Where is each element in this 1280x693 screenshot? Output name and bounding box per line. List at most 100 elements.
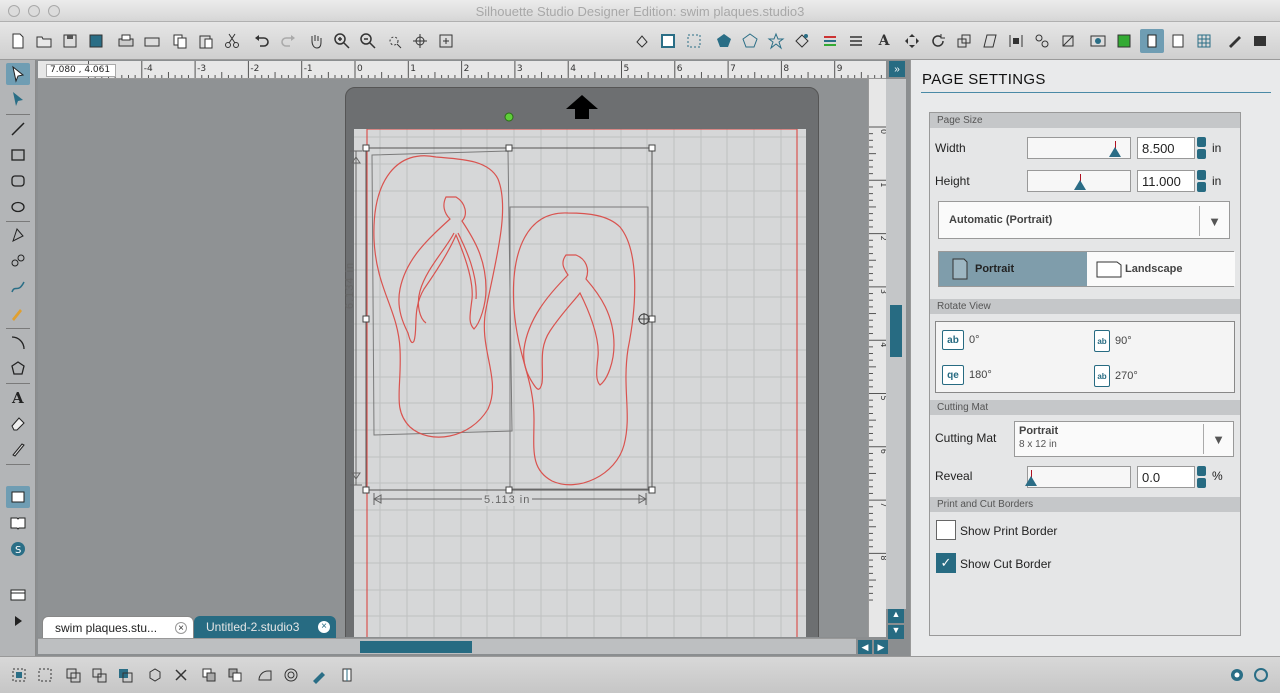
ellipse-tool-icon[interactable] <box>6 196 30 218</box>
close-tab-icon[interactable]: × <box>318 621 330 633</box>
vertical-scrollbar[interactable]: ▲ ▼ <box>886 79 906 639</box>
landscape-button[interactable]: Landscape <box>1087 252 1235 286</box>
rounded-rectangle-tool-icon[interactable] <box>6 170 30 192</box>
text-tool-icon[interactable]: A <box>6 386 30 408</box>
cutting-mat-select[interactable]: Portrait 8 x 12 in ▼ <box>1014 421 1234 457</box>
registration-icon[interactable] <box>1166 29 1190 53</box>
reveal-stepper[interactable] <box>1197 466 1206 488</box>
pan-icon[interactable] <box>304 29 328 53</box>
make-compound-icon[interactable] <box>62 664 84 686</box>
chevron-down-icon[interactable]: ▼ <box>1199 206 1229 236</box>
height-stepper[interactable] <box>1197 170 1206 192</box>
release-compound-icon[interactable] <box>88 664 110 686</box>
height-slider[interactable] <box>1027 170 1131 192</box>
weld-icon[interactable] <box>114 664 136 686</box>
send-to-silhouette-icon[interactable] <box>1250 664 1272 686</box>
zoom-drag-icon[interactable] <box>408 29 432 53</box>
reveal-slider[interactable] <box>1025 466 1131 488</box>
freehand-tool-icon[interactable] <box>6 276 30 298</box>
undo-icon[interactable] <box>250 29 274 53</box>
rotate-270-option[interactable]: ab 270° <box>1094 365 1138 387</box>
curve-tool-icon[interactable] <box>6 250 30 272</box>
scroll-left-icon[interactable]: ◀ <box>858 640 872 654</box>
ungroup-icon[interactable] <box>34 664 56 686</box>
horizontal-scrollbar[interactable]: ◀ ▶ <box>38 638 888 654</box>
rotate-0-option[interactable]: ab 0° <box>942 330 980 350</box>
library-view-icon[interactable] <box>6 512 30 534</box>
replicate-icon[interactable] <box>1030 29 1054 53</box>
custom-shape-icon[interactable] <box>790 29 814 53</box>
arc-tool-icon[interactable] <box>6 331 30 353</box>
scroll-right-icon[interactable]: ▶ <box>874 640 888 654</box>
zoom-select-icon[interactable] <box>382 29 406 53</box>
zoom-in-icon[interactable] <box>330 29 354 53</box>
rotate-icon[interactable] <box>926 29 950 53</box>
line-window-icon[interactable] <box>818 29 842 53</box>
rotate-90-option[interactable]: ab 90° <box>1094 330 1132 352</box>
vertical-scroll-thumb[interactable] <box>890 305 902 357</box>
expand-arrow-icon[interactable] <box>6 610 30 632</box>
design-selection[interactable] <box>338 109 668 549</box>
reveal-field[interactable]: 0.0 <box>1137 466 1195 488</box>
cut-settings-icon[interactable] <box>1112 29 1136 53</box>
width-slider[interactable] <box>1027 137 1131 159</box>
tab-swim-plaques[interactable]: swim plaques.stu... × <box>42 616 194 638</box>
panel-toggle-icon[interactable] <box>6 584 30 606</box>
zoom-fit-icon[interactable] <box>434 29 458 53</box>
height-field[interactable]: 11.000 <box>1137 170 1195 192</box>
library-icon[interactable] <box>1248 29 1272 53</box>
gear-icon[interactable] <box>1226 664 1248 686</box>
duplicate-icon[interactable] <box>144 664 166 686</box>
scroll-down-icon[interactable]: ▼ <box>888 625 904 639</box>
rotate-180-option[interactable]: qe 180° <box>942 365 992 385</box>
eraser-tool-icon[interactable] <box>6 412 30 434</box>
line-color-icon[interactable] <box>656 29 680 53</box>
print-icon[interactable] <box>114 29 138 53</box>
fill-icon[interactable] <box>630 29 654 53</box>
design-view-icon[interactable] <box>6 486 30 508</box>
send-backward-icon[interactable] <box>224 664 246 686</box>
page-settings-icon[interactable] <box>1140 29 1164 53</box>
knife-bottom-icon[interactable] <box>336 664 358 686</box>
knife-tool-icon[interactable] <box>6 438 30 460</box>
offset-icon[interactable] <box>1056 29 1080 53</box>
zoom-out-icon[interactable] <box>356 29 380 53</box>
scale-icon[interactable] <box>952 29 976 53</box>
scroll-up-icon[interactable]: ▲ <box>888 609 904 623</box>
design-store-icon[interactable] <box>1222 29 1246 53</box>
transform-icon[interactable] <box>900 29 924 53</box>
line-tool-icon[interactable] <box>6 118 30 140</box>
slider-knob[interactable] <box>1074 180 1086 190</box>
text-icon[interactable]: A <box>872 29 896 53</box>
slider-knob[interactable] <box>1025 476 1037 486</box>
tab-untitled-2[interactable]: Untitled-2.studio3 × <box>194 616 336 638</box>
redo-icon[interactable] <box>276 29 300 53</box>
shear-icon[interactable] <box>978 29 1002 53</box>
show-cut-border-checkbox[interactable]: ✓ <box>936 553 956 573</box>
media-size-select[interactable]: Automatic (Portrait) ▼ <box>938 201 1230 239</box>
line-style2-icon[interactable] <box>844 29 868 53</box>
point-edit-tool-icon[interactable] <box>6 88 30 110</box>
cut-icon[interactable] <box>220 29 244 53</box>
line-style-icon[interactable] <box>682 29 706 53</box>
rectangle-tool-icon[interactable] <box>6 144 30 166</box>
group-icon[interactable] <box>8 664 30 686</box>
align-icon[interactable] <box>1004 29 1028 53</box>
new-icon[interactable] <box>6 29 30 53</box>
canvas-workspace[interactable]: 6.134 in 5.113 in <box>38 79 868 637</box>
slider-knob[interactable] <box>1109 147 1121 157</box>
panel-collapse-icon[interactable]: » <box>889 61 905 77</box>
grid-icon[interactable] <box>1192 29 1216 53</box>
trace-icon[interactable] <box>1086 29 1110 53</box>
offset-bottom-icon[interactable] <box>280 664 302 686</box>
modify-icon[interactable] <box>254 664 276 686</box>
smooth-freehand-tool-icon[interactable] <box>6 302 30 324</box>
open-icon[interactable] <box>32 29 56 53</box>
fill-pattern-icon[interactable] <box>308 664 330 686</box>
delete-icon[interactable] <box>170 664 192 686</box>
close-tab-icon[interactable]: × <box>175 622 187 634</box>
save-library-icon[interactable] <box>84 29 108 53</box>
design-store-view-icon[interactable]: S <box>6 538 30 560</box>
save-icon[interactable] <box>58 29 82 53</box>
regular-polygon-tool-icon[interactable] <box>6 357 30 379</box>
